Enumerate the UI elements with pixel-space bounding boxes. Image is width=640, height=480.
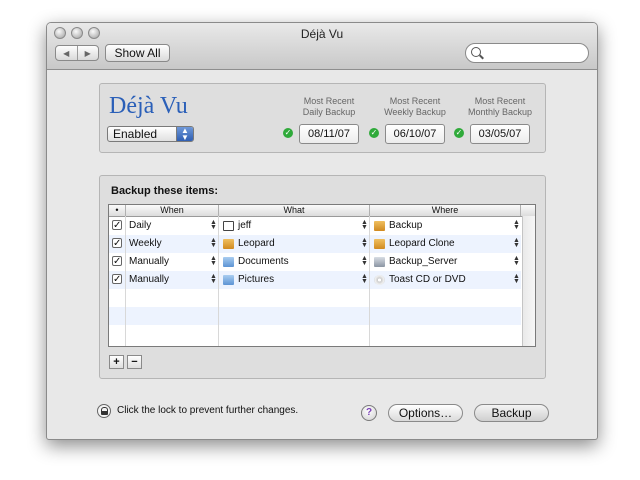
monthly-backup-label: Most Recent Monthly Backup [467,96,533,117]
search-icon [471,47,481,57]
row-checkbox[interactable]: ✓ [112,220,122,231]
folder-icon [223,275,234,285]
weekly-backup-date: 06/10/07 [385,124,445,144]
when-value[interactable]: Manually [129,271,169,289]
status-popup-value: Enabled [113,127,158,141]
table-row [109,289,521,307]
table-row [109,307,521,325]
add-item-button[interactable]: + [109,355,124,369]
table-row[interactable]: ✓ Daily ▲ ▼ jeff ▲ ▼ Backup ▲ ▼ [109,217,521,235]
when-value[interactable]: Weekly [129,235,162,253]
table-row[interactable]: ✓ Weekly ▲ ▼ Leopard ▲ ▼ Leopard Clone ▲ ▼ [109,235,521,253]
when-value[interactable]: Daily [129,217,151,235]
monthly-backup-date: 03/05/07 [470,124,530,144]
table-row[interactable]: ✓ Manually ▲ ▼ Pictures ▲ ▼ Toast CD or DV… [109,271,521,289]
what-value[interactable]: Documents [238,253,289,271]
column-what[interactable]: What [219,205,370,216]
back-button[interactable]: ◀ [56,46,78,60]
server-icon [374,257,385,267]
drive-icon [374,239,385,249]
drive-icon [374,221,385,231]
title-bar: Déjà Vu ◀ ▶ Show All [47,23,597,70]
remove-item-button[interactable]: − [127,355,142,369]
items-table: • When What Where ✓ Daily ▲ ▼ jeff ▲ ▼ Bac… [108,204,536,347]
home-icon [223,221,234,231]
daily-backup-date: 08/11/07 [299,124,359,144]
row-checkbox[interactable]: ✓ [112,238,122,249]
lock-message: Click the lock to prevent further change… [117,405,299,416]
what-stepper-icon[interactable]: ▲ ▼ [361,219,368,231]
table-header: • When What Where [109,205,535,217]
when-value[interactable]: Manually [129,253,169,271]
help-button[interactable]: ? [361,405,377,421]
row-checkbox[interactable]: ✓ [112,274,122,285]
drive-icon [223,239,234,249]
when-stepper-icon[interactable]: ▲ ▼ [210,237,217,249]
when-stepper-icon[interactable]: ▲ ▼ [210,219,217,231]
daily-backup-label: Most Recent Daily Backup [302,96,356,117]
lock-icon[interactable] [97,404,111,418]
what-value[interactable]: jeff [238,217,251,235]
options-button[interactable]: Options… [388,404,463,422]
what-stepper-icon[interactable]: ▲ ▼ [361,255,368,267]
search-field[interactable] [465,43,589,63]
what-value[interactable]: Pictures [238,271,274,289]
table-row [109,325,521,343]
disc-icon [374,275,385,285]
where-value[interactable]: Backup [389,217,422,235]
daily-ok-icon: ✓ [283,128,293,138]
items-heading: Backup these items: [111,185,218,197]
when-stepper-icon[interactable]: ▲ ▼ [210,255,217,267]
weekly-backup-label: Most Recent Weekly Backup [384,96,446,117]
when-stepper-icon[interactable]: ▲ ▼ [210,273,217,285]
window-title: Déjà Vu [300,27,344,41]
popup-arrows-icon: ▲ ▼ [176,127,193,142]
column-check[interactable]: • [109,205,126,216]
what-value[interactable]: Leopard [238,235,275,253]
where-value[interactable]: Toast CD or DVD [389,271,466,289]
where-stepper-icon[interactable]: ▲ ▼ [513,219,520,231]
where-stepper-icon[interactable]: ▲ ▼ [513,255,520,267]
backup-button[interactable]: Backup [474,404,549,422]
row-checkbox[interactable]: ✓ [112,256,122,267]
where-value[interactable]: Backup_Server [389,253,457,271]
where-stepper-icon[interactable]: ▲ ▼ [513,237,520,249]
monthly-ok-icon: ✓ [454,128,464,138]
back-forward-control: ◀ ▶ [55,45,99,61]
column-divider [218,216,219,346]
column-divider [369,216,370,346]
what-stepper-icon[interactable]: ▲ ▼ [361,237,368,249]
preferences-window: Déjà Vu ◀ ▶ Show All Déjà Vu Enabled ▲ ▼ … [46,22,598,440]
where-value[interactable]: Leopard Clone [389,235,455,253]
column-divider [125,216,126,346]
forward-button[interactable]: ▶ [78,46,99,60]
app-title: Déjà Vu [109,93,188,119]
column-where[interactable]: Where [370,205,521,216]
what-stepper-icon[interactable]: ▲ ▼ [361,273,368,285]
table-scrollbar[interactable] [522,216,535,346]
column-when[interactable]: When [126,205,219,216]
status-popup[interactable]: Enabled ▲ ▼ [107,126,194,142]
show-all-button[interactable]: Show All [105,44,170,62]
weekly-ok-icon: ✓ [369,128,379,138]
table-row[interactable]: ✓ Manually ▲ ▼ Documents ▲ ▼ Backup_Server… [109,253,521,271]
where-stepper-icon[interactable]: ▲ ▼ [513,273,520,285]
folder-icon [223,257,234,267]
